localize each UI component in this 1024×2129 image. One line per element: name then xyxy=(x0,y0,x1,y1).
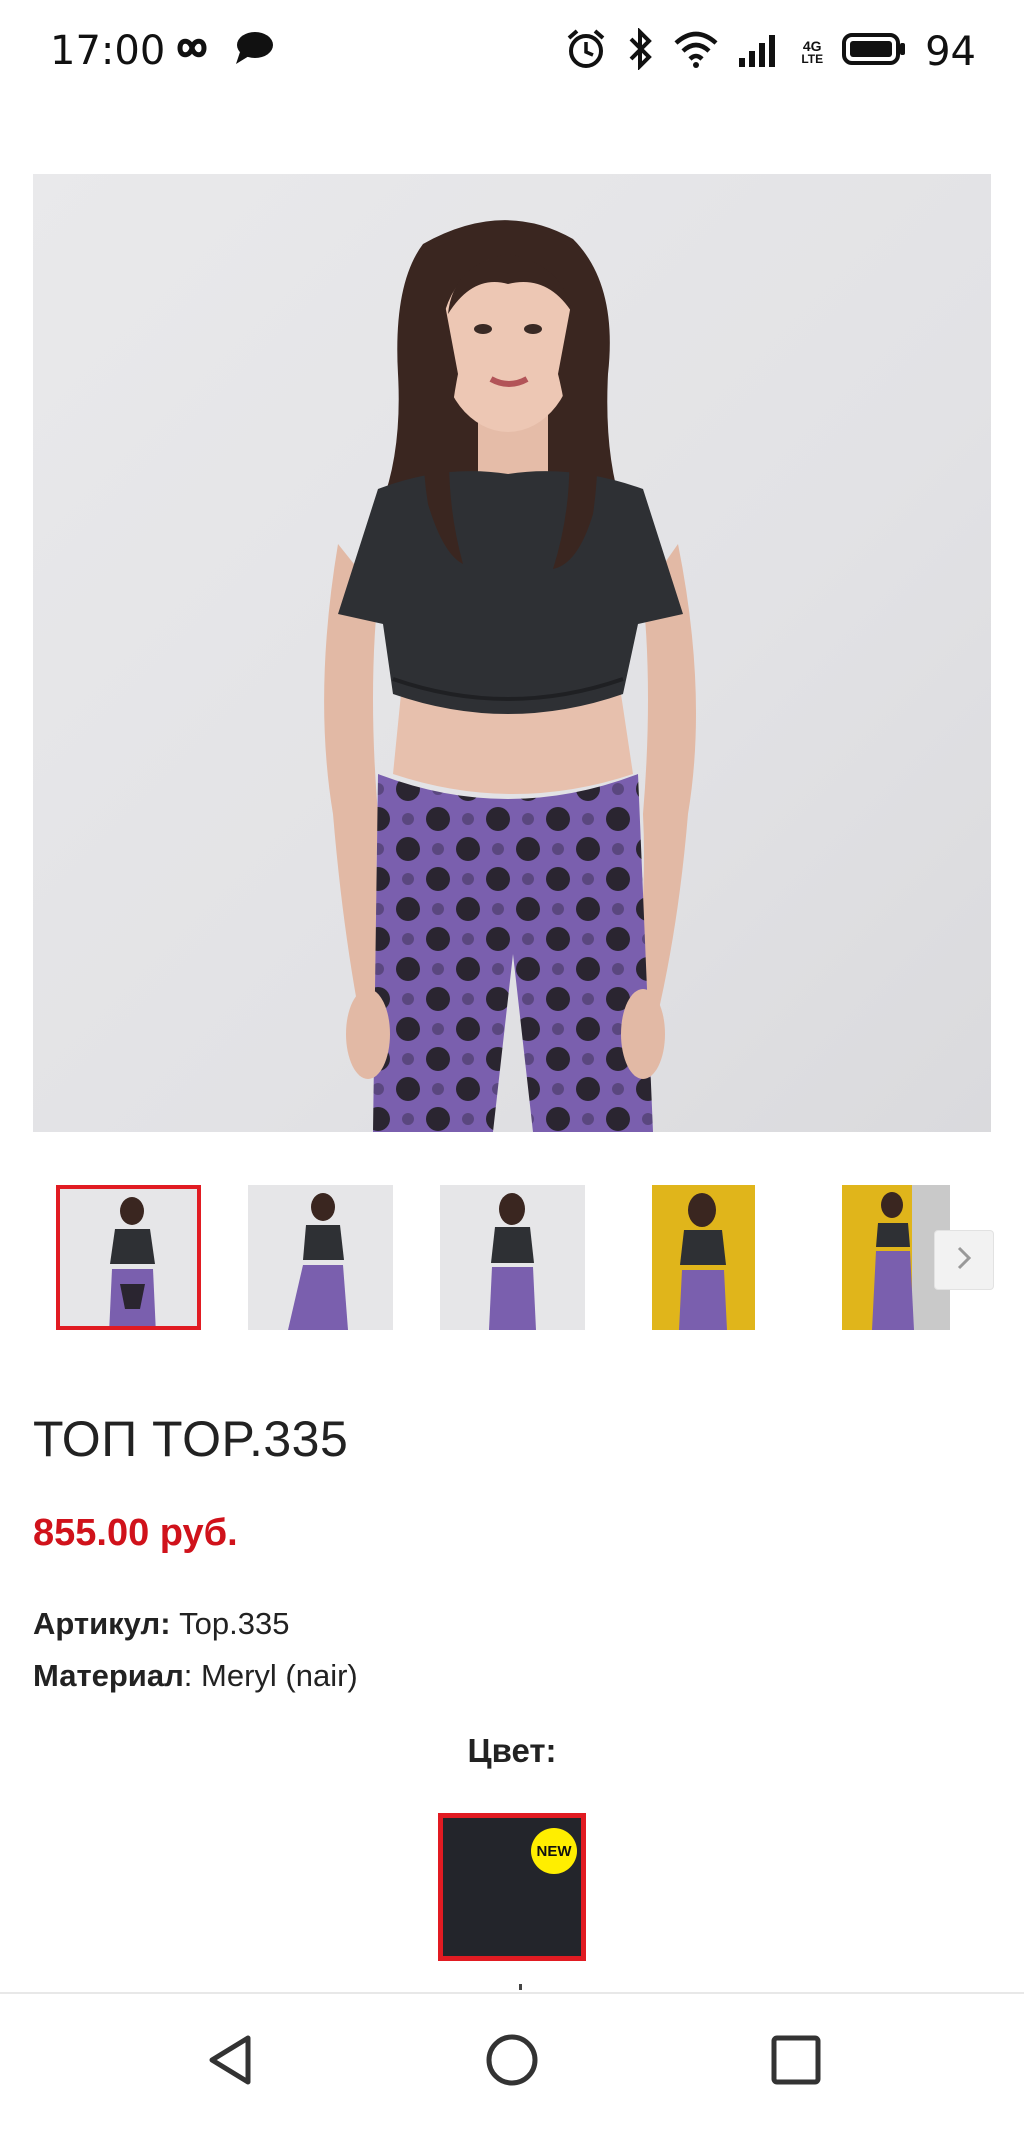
status-left-icons xyxy=(168,30,274,71)
recents-icon xyxy=(768,2032,824,2093)
chat-bubble-icon xyxy=(234,30,274,71)
product-title: ТОП TOP.335 xyxy=(33,1411,349,1467)
thumbnail-front[interactable] xyxy=(56,1185,201,1330)
swatch-caption-mark xyxy=(519,1984,522,1990)
thumbnail-yellow-wall-image xyxy=(679,1193,727,1330)
thumbnail-next-button[interactable] xyxy=(934,1230,994,1290)
thumbnail-side-image xyxy=(288,1193,348,1330)
thumbnail-front-image xyxy=(109,1197,156,1326)
color-label: Цвет: xyxy=(467,1732,557,1769)
thumbnail-strip xyxy=(0,1180,1024,1340)
chevron-right-icon xyxy=(954,1245,974,1276)
nav-recents-button[interactable] xyxy=(756,2022,836,2102)
material-row: Материал: Meryl (nair) xyxy=(33,1658,358,1694)
article-label: Артикул: xyxy=(33,1606,171,1641)
back-icon xyxy=(202,2032,258,2093)
article-value: Top.335 xyxy=(170,1606,290,1641)
model-photo xyxy=(324,220,696,1132)
product-main-image[interactable] xyxy=(33,174,991,1132)
infinity-icon xyxy=(168,33,216,68)
thumbnail-side[interactable] xyxy=(248,1185,393,1330)
battery-icon xyxy=(841,32,907,71)
article-row: Артикул: Top.335 xyxy=(33,1606,289,1642)
lte-icon: 4G LTE xyxy=(801,39,823,65)
lte-bottom-label: LTE xyxy=(801,51,824,66)
thumbnail-back-image xyxy=(489,1193,536,1330)
new-badge: NEW xyxy=(531,1828,577,1874)
status-time: 17:00 xyxy=(50,28,166,74)
alarm-icon xyxy=(565,28,607,75)
material-label: Материал xyxy=(33,1658,184,1693)
status-right-icons: 4G LTE 94 xyxy=(565,27,976,75)
nav-home-button[interactable] xyxy=(472,2022,552,2102)
bluetooth-icon xyxy=(625,27,655,75)
signal-icon xyxy=(737,30,783,73)
color-swatch-black[interactable]: NEW xyxy=(438,1813,586,1961)
material-value: : Meryl (nair) xyxy=(183,1658,358,1693)
product-price: 855.00 руб. xyxy=(33,1512,238,1554)
status-bar: 17:00 4G LTE 94 xyxy=(0,0,1024,110)
thumbnail-back[interactable] xyxy=(440,1185,585,1330)
thumbnail-yellow-wall[interactable] xyxy=(652,1185,755,1330)
wifi-icon xyxy=(673,29,719,74)
system-nav-bar xyxy=(0,1992,1024,2129)
battery-level: 94 xyxy=(925,28,976,75)
lte-top-label: 4G xyxy=(802,37,822,54)
home-icon xyxy=(484,2032,540,2093)
nav-back-button[interactable] xyxy=(190,2022,270,2102)
